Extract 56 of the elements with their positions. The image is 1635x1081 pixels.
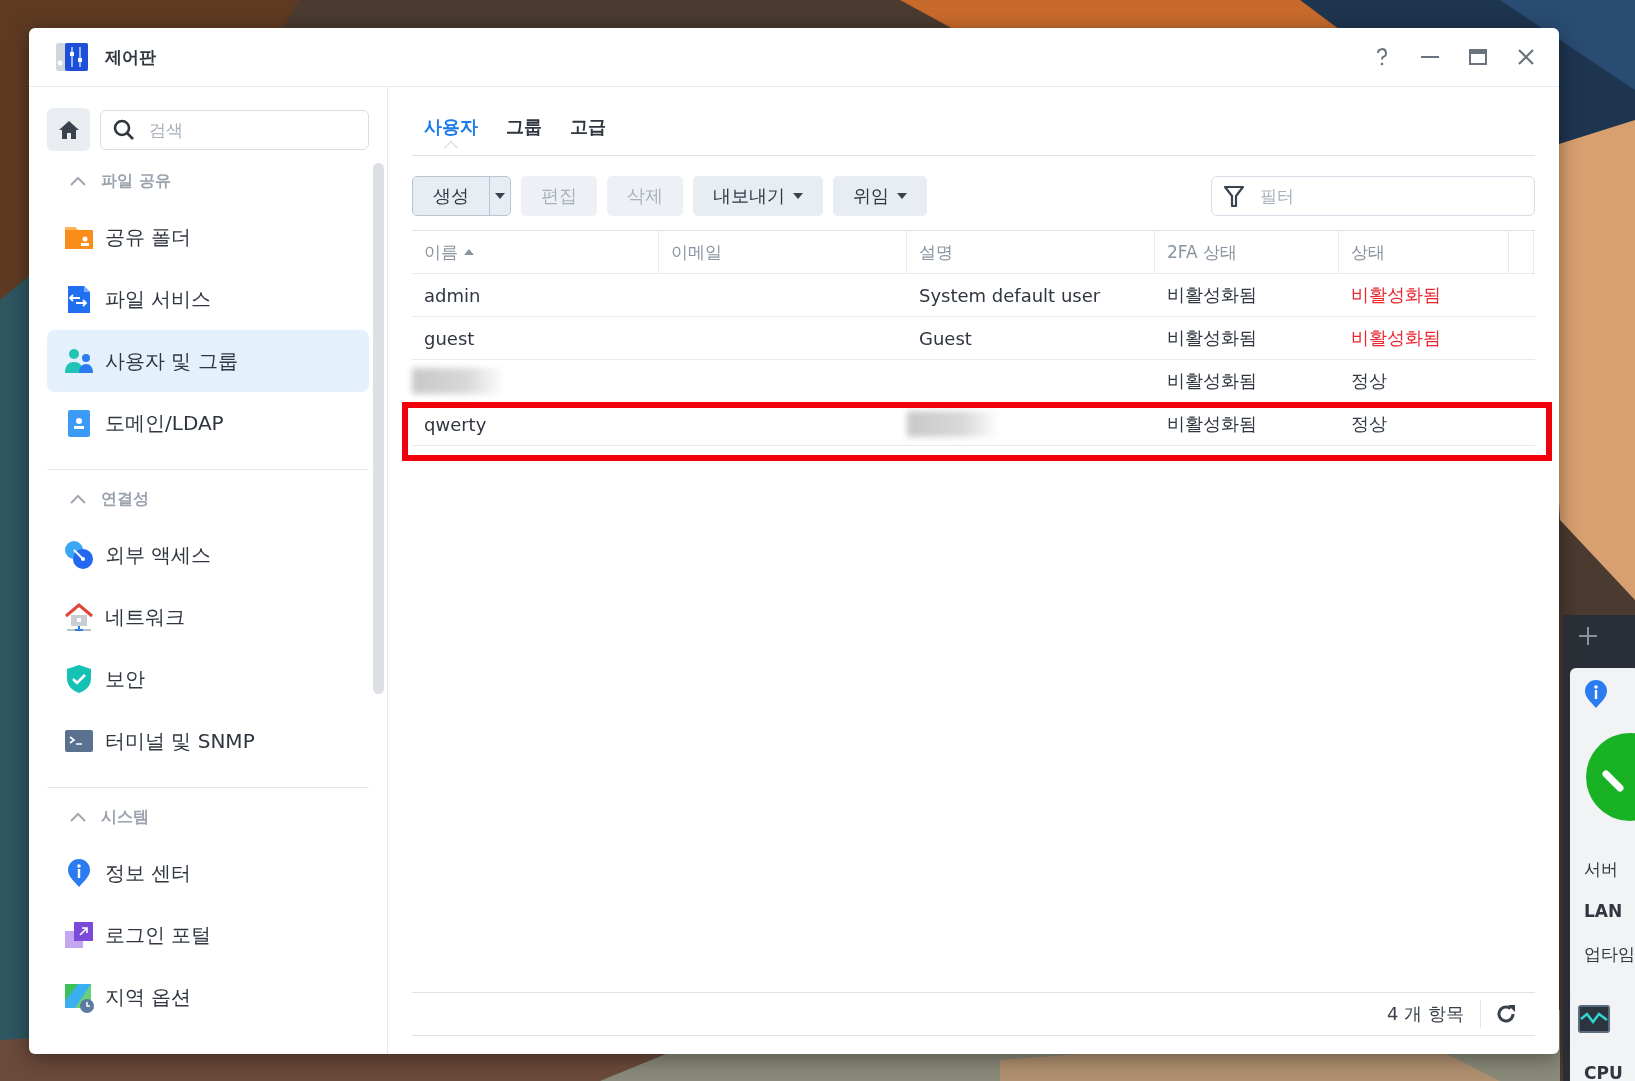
table-cell-text: 비활성화됨	[1166, 326, 1258, 350]
window-title: 제어판	[105, 45, 156, 69]
globe-pin-icon	[63, 539, 95, 571]
sidebar-item[interactable]: 터미널 및 SNMP	[47, 710, 369, 772]
caret-icon	[495, 193, 505, 199]
section-title: 연결성	[101, 488, 149, 510]
portal-icon	[63, 919, 95, 951]
sidebar-item[interactable]: 사용자 및 그룹	[47, 330, 369, 392]
table-cell-text: 정상	[1350, 369, 1388, 393]
tab[interactable]: 사용자	[424, 104, 478, 155]
sidebar-item[interactable]: 네트워크	[47, 586, 369, 648]
table-cell-text: 비활성화됨	[1166, 283, 1258, 307]
table-cell-text: qwerty	[423, 412, 488, 437]
filter-icon	[1223, 184, 1245, 208]
table-cell-text: 비활성화됨	[1350, 326, 1442, 350]
maximize-icon[interactable]	[1467, 46, 1489, 68]
sidebar-item[interactable]: 보안	[47, 648, 369, 710]
filter-field[interactable]: 필터	[1211, 176, 1535, 216]
home-button[interactable]	[47, 108, 90, 151]
tab[interactable]: 고급	[570, 104, 606, 155]
add-icon[interactable]	[1579, 627, 1597, 645]
table-cell-text: 비활성화됨	[1350, 283, 1442, 307]
widget-label: 서버	[1584, 858, 1618, 881]
table-cell-text: guest	[423, 326, 476, 351]
search-icon	[112, 117, 136, 142]
refresh-icon[interactable]	[1495, 1003, 1517, 1025]
widget-label: CPU	[1584, 1063, 1623, 1081]
sidebar-item[interactable]: 공유 폴더	[47, 206, 369, 268]
menu-button[interactable]: 위임	[833, 176, 927, 216]
sidebar-item[interactable]: 파일 서비스	[47, 268, 369, 330]
sidebar-item[interactable]: 도메인/LDAP	[47, 392, 369, 454]
table-cell-text: System default user	[918, 283, 1102, 308]
scrollbar[interactable]	[373, 163, 384, 694]
table-cell-text: Guest	[918, 326, 973, 351]
table-cell-text: 비활성화됨	[1166, 412, 1258, 436]
app-icon	[55, 41, 89, 73]
table-cell-text: 비활성화됨	[1166, 369, 1258, 393]
caret-icon	[897, 193, 907, 199]
sidebar-item[interactable]: 지역 옵션	[47, 966, 369, 1028]
menu-button[interactable]: 내보내기	[693, 176, 823, 216]
search-field[interactable]: 검색	[100, 109, 369, 150]
table-cell-text: admin	[423, 283, 482, 308]
sidebar-item[interactable]: 로그인 포털	[47, 904, 369, 966]
item-count: 4 개 항목	[1387, 1000, 1481, 1028]
caret-icon	[793, 193, 803, 199]
house-icon	[63, 601, 95, 633]
section-title: 파일 공유	[101, 170, 171, 192]
tab[interactable]: 그룹	[506, 104, 542, 155]
table-cell-text: 정상	[1350, 412, 1388, 436]
monitor-icon	[1578, 1005, 1610, 1033]
sidebar-item[interactable]: 정보 센터	[47, 842, 369, 904]
widget-label: LAN	[1584, 901, 1623, 921]
map-clock-icon	[63, 981, 95, 1013]
section-title: 시스템	[101, 806, 149, 828]
widget-label: 업타임	[1584, 943, 1635, 966]
sidebar-item[interactable]: 외부 액세스	[47, 524, 369, 586]
